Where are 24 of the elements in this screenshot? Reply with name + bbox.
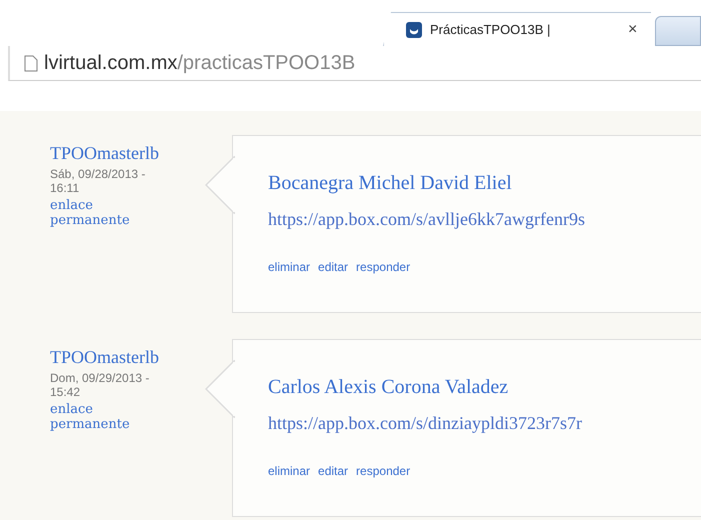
comment-body: https://app.box.com/s/dinziaypldi3723r7s7r	[268, 413, 583, 434]
permalink[interactable]: enlace permanente	[50, 198, 160, 228]
browser-tab[interactable]: PrácticasTPOO13B | ×	[383, 12, 652, 46]
address-bar[interactable]: lvirtual.com.mx/practicasTPOO13B	[8, 46, 701, 81]
comment-body: https://app.box.com/s/avllje6kk7awgrfenr9s	[268, 209, 586, 230]
comment-date: Sáb, 09/28/2013 - 16:11	[50, 167, 146, 195]
comment-date: Dom, 09/29/2013 - 15:42	[50, 371, 150, 399]
author-link[interactable]: TPOOmasterlb	[50, 347, 232, 368]
favicon-icon	[406, 22, 422, 38]
comment-title[interactable]: Bocanegra Michel David Eliel	[268, 172, 512, 195]
comment-action-link[interactable]: responder	[356, 260, 410, 274]
comment-action-link[interactable]: eliminar	[268, 260, 310, 274]
comment-action-link[interactable]: editar	[318, 260, 348, 274]
tab-title: PrácticasTPOO13B |	[430, 22, 552, 37]
page-icon	[24, 54, 38, 72]
permalink[interactable]: enlace permanente	[50, 402, 160, 432]
comment-action-link[interactable]: responder	[356, 464, 410, 478]
comment-title[interactable]: Carlos Alexis Corona Valadez	[268, 376, 508, 399]
new-tab-button[interactable]	[655, 16, 701, 46]
close-button[interactable]: ×	[628, 20, 638, 38]
comment-action-link[interactable]: editar	[318, 464, 348, 478]
comment-action-link[interactable]: eliminar	[268, 464, 310, 478]
url-text: lvirtual.com.mx/practicasTPOO13B	[44, 52, 356, 74]
author-link[interactable]: TPOOmasterlb	[50, 143, 232, 164]
